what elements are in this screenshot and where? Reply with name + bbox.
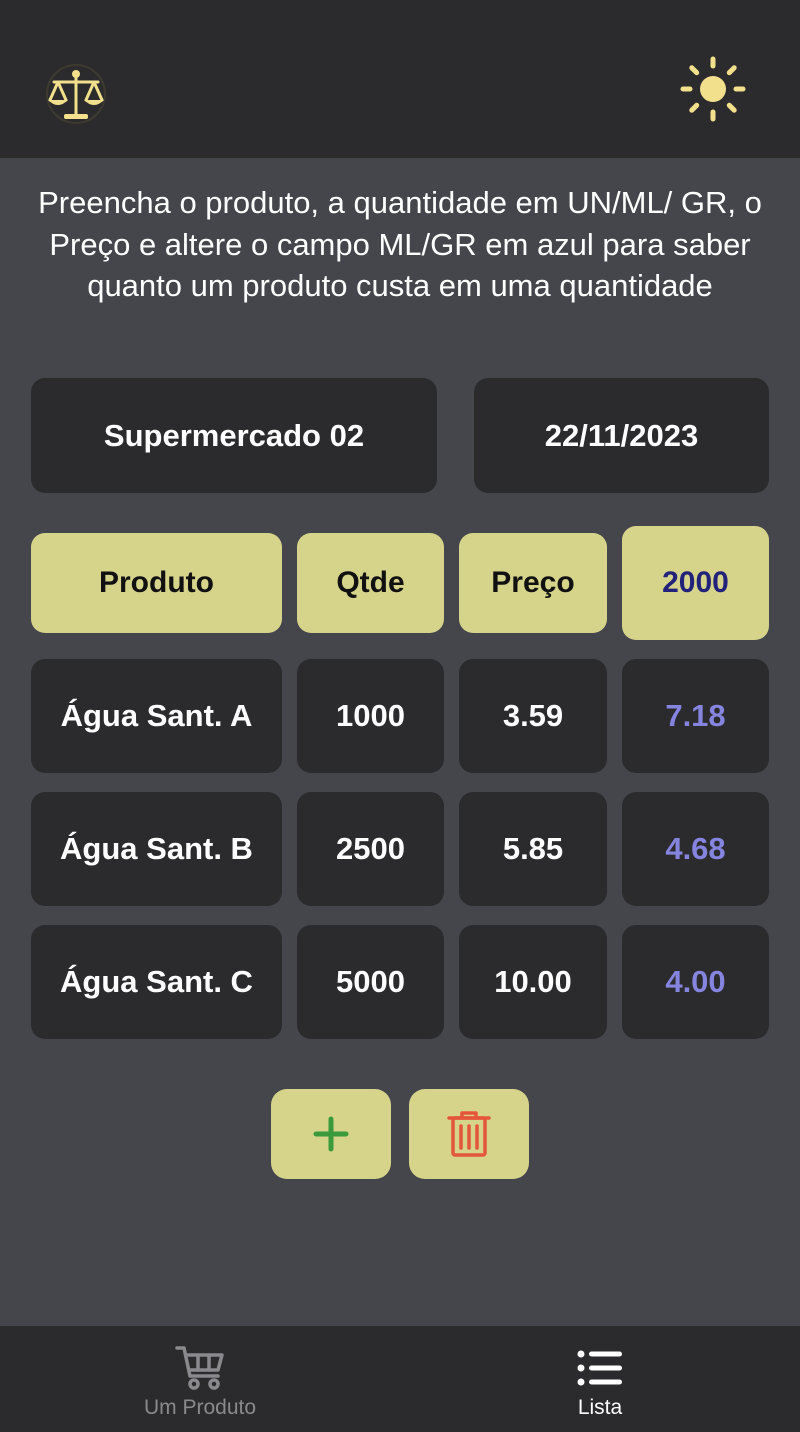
balance-scale-icon	[46, 64, 106, 124]
store-name-input[interactable]: Supermercado 02	[31, 378, 437, 493]
add-row-button[interactable]	[271, 1089, 391, 1179]
date-input[interactable]: 22/11/2023	[474, 378, 769, 493]
quantity-cell[interactable]: 5000	[297, 925, 444, 1039]
quantity-cell[interactable]: 2500	[297, 792, 444, 906]
product-name-cell[interactable]: Água Sant. B	[31, 792, 282, 906]
product-name-cell[interactable]: Água Sant. C	[31, 925, 282, 1039]
price-cell[interactable]: 3.59	[459, 659, 607, 773]
delete-row-button[interactable]	[409, 1089, 529, 1179]
column-header-product: Produto	[31, 533, 282, 633]
column-header-price: Preço	[459, 533, 607, 633]
unit-cost-cell: 4.68	[622, 792, 769, 906]
price-cell[interactable]: 5.85	[459, 792, 607, 906]
sun-icon	[680, 56, 746, 122]
app-header	[0, 0, 800, 158]
nav-item-lista[interactable]: Lista	[400, 1326, 800, 1432]
plus-icon	[313, 1116, 349, 1152]
bottom-navigation: Um Produto Lista	[0, 1326, 800, 1432]
price-cell[interactable]: 10.00	[459, 925, 607, 1039]
quantity-cell[interactable]: 1000	[297, 659, 444, 773]
unit-cost-cell: 4.00	[622, 925, 769, 1039]
cart-icon	[175, 1346, 224, 1390]
target-quantity-input[interactable]: 2000	[622, 526, 769, 640]
nav-item-um-produto[interactable]: Um Produto	[0, 1326, 400, 1432]
product-name-cell[interactable]: Água Sant. A	[31, 659, 282, 773]
list-icon	[577, 1350, 622, 1386]
instructions-text: Preencha o produto, a quantidade em UN/M…	[38, 185, 762, 303]
theme-toggle-button[interactable]	[680, 56, 746, 122]
column-header-qty: Qtde	[297, 533, 444, 633]
unit-cost-cell: 7.18	[622, 659, 769, 773]
trash-icon	[447, 1111, 491, 1157]
nav-label: Um Produto	[143, 1396, 257, 1419]
nav-label: Lista	[577, 1396, 623, 1419]
